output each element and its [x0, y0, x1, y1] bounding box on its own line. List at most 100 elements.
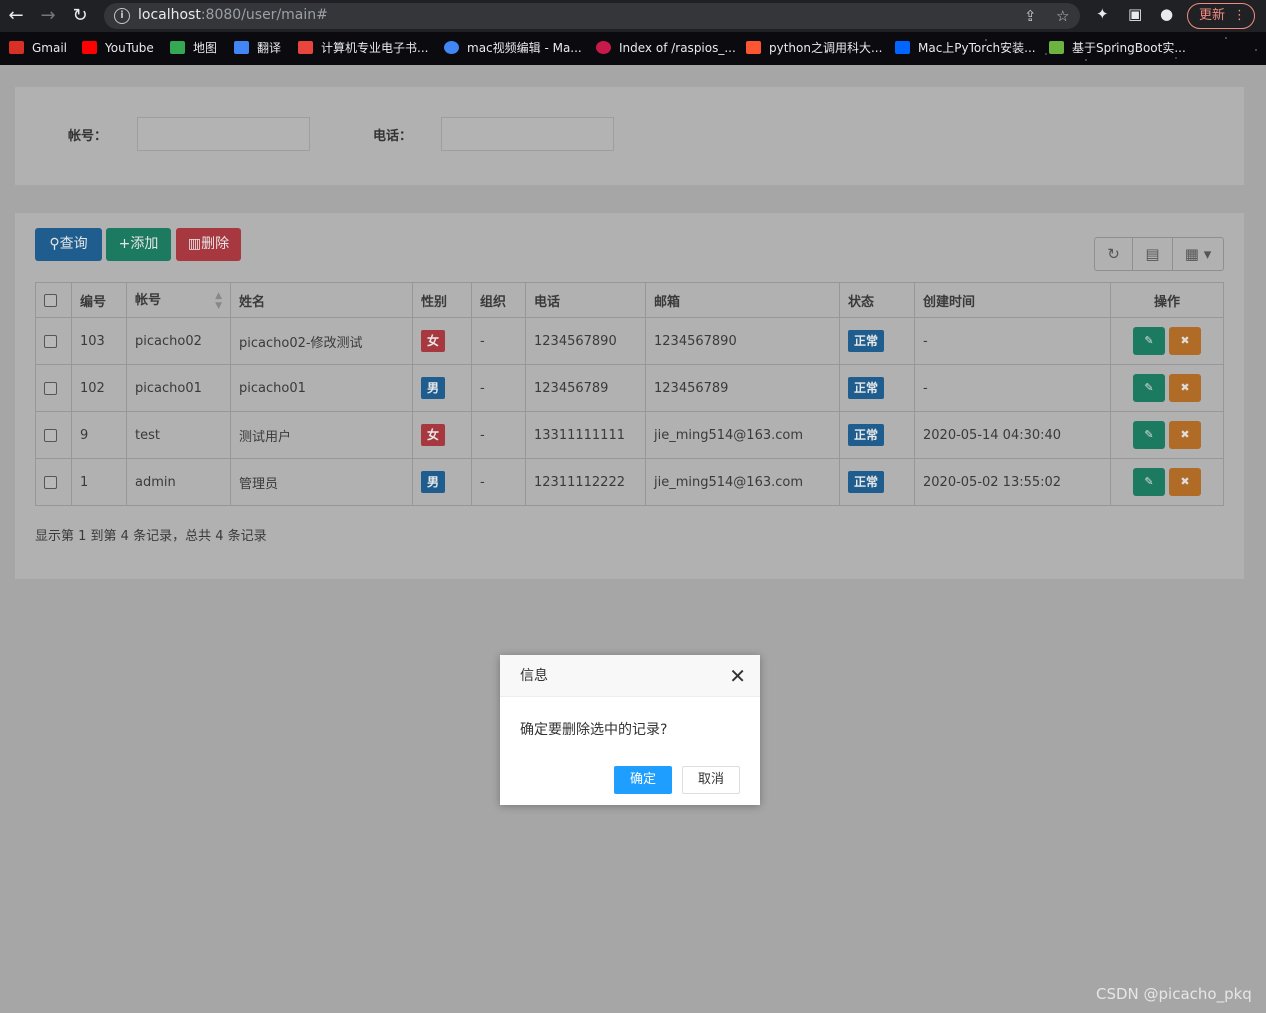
- table-tools: ↻ ▤ ▦ ▾: [1094, 237, 1224, 271]
- add-button[interactable]: +添加: [106, 228, 171, 261]
- row-checkbox[interactable]: [44, 381, 57, 395]
- gender-badge: 男: [421, 471, 446, 493]
- cell-gender: 男: [412, 458, 472, 506]
- phone-label: 电话：: [373, 129, 413, 144]
- gender-badge: 女: [421, 330, 446, 352]
- bookmark-label: YouTube: [105, 41, 154, 55]
- bookmark-label: Index of /raspios_...: [619, 41, 736, 55]
- zhihu-icon: [895, 41, 910, 54]
- bookmark-ebooks[interactable]: 计算机专业电子书...: [298, 40, 428, 58]
- bookmark-raspios[interactable]: Index of /raspios_...: [596, 40, 736, 58]
- bookmark-gmail[interactable]: Gmail: [9, 40, 67, 58]
- raspberry-icon: [596, 41, 611, 54]
- row-checkbox[interactable]: [44, 475, 57, 489]
- bookmark-pytorch[interactable]: Mac上PyTorch安装...: [895, 40, 1036, 58]
- page-content: 帐号： 电话： ⚲查询 +添加 ▥删除 ↻ ▤ ▦ ▾ 编号 帐号 ▲ ▼ 姓名 性…: [0, 65, 1266, 1013]
- cell-phone: 12311112222: [525, 458, 646, 506]
- columns-dropdown-icon[interactable]: ▦ ▾: [1173, 238, 1223, 270]
- gender-badge: 女: [421, 424, 446, 446]
- forward-icon[interactable]: →: [36, 4, 60, 28]
- edit-icon[interactable]: ✎: [1133, 327, 1165, 355]
- col-account[interactable]: 帐号 ▲ ▼: [126, 282, 231, 318]
- side-panel-icon[interactable]: ▣: [1128, 5, 1142, 23]
- refresh-icon[interactable]: ↻: [1095, 238, 1133, 270]
- delete-label: 删除: [201, 236, 230, 252]
- cell-account: test: [126, 411, 231, 459]
- trash-icon: ▥: [187, 236, 202, 252]
- bookmark-python[interactable]: python之调用科大...: [746, 40, 882, 58]
- table-row: 1 admin 管理员 男 - 12311112222 jie_ming514@…: [35, 458, 1224, 506]
- col-id[interactable]: 编号: [71, 282, 127, 318]
- cell-actions: ✎ ✖: [1110, 317, 1224, 365]
- cell-status: 正常: [839, 411, 915, 459]
- bookmark-label: 翻译: [257, 41, 282, 55]
- bookmark-translate[interactable]: 翻译: [234, 40, 281, 58]
- edit-icon[interactable]: ✎: [1133, 468, 1165, 496]
- col-name[interactable]: 姓名: [230, 282, 413, 318]
- cell-name: 管理员: [230, 458, 413, 506]
- cell-status: 正常: [839, 317, 915, 365]
- bookmark-mac-video[interactable]: mac视频编辑 - Ma...: [444, 40, 582, 58]
- url-host: localhost: [138, 7, 201, 23]
- reload-icon[interactable]: ↻: [68, 4, 92, 28]
- edit-icon[interactable]: ✎: [1133, 421, 1165, 449]
- bookmark-label: 基于SpringBoot实...: [1072, 41, 1186, 55]
- phone-input[interactable]: [441, 117, 614, 151]
- remove-icon[interactable]: ✖: [1169, 468, 1201, 496]
- query-label: 查询: [59, 236, 88, 252]
- confirm-button[interactable]: 确定: [614, 766, 673, 794]
- col-status[interactable]: 状态: [839, 282, 915, 318]
- back-icon[interactable]: ←: [4, 4, 28, 28]
- toggle-view-icon[interactable]: ▤: [1133, 238, 1173, 270]
- status-badge: 正常: [848, 471, 885, 493]
- update-button[interactable]: 更新 ⋮: [1187, 3, 1255, 29]
- col-actions: 操作: [1110, 282, 1224, 318]
- address-bar[interactable]: i localhost:8080/user/main# ⇪ ☆: [104, 3, 1080, 29]
- col-gender[interactable]: 性别: [412, 282, 472, 318]
- delete-button[interactable]: ▥删除: [176, 228, 241, 261]
- dialog-message: 确定要删除选中的记录?: [520, 722, 668, 738]
- url-path: :8080/user/main#: [200, 7, 328, 23]
- account-input[interactable]: [137, 117, 310, 151]
- table-header-row: 编号 帐号 ▲ ▼ 姓名 性别 组织 电话 邮箱 状态 创建时间 操作: [35, 282, 1224, 318]
- cell-status: 正常: [839, 364, 915, 412]
- bookmark-springboot[interactable]: 基于SpringBoot实...: [1049, 40, 1186, 58]
- table-row: 102 picacho01 picacho01 男 - 123456789 12…: [35, 364, 1224, 412]
- bookmark-label: 计算机专业电子书...: [321, 41, 429, 55]
- cell-created: -: [914, 364, 1111, 412]
- pagination-info: 显示第 1 到第 4 条记录，总共 4 条记录: [35, 529, 267, 544]
- gender-badge: 男: [421, 377, 446, 399]
- translate-icon: [234, 41, 249, 54]
- bookmarks-bar: Gmail YouTube 地图 翻译 计算机专业电子书... mac视频编辑 …: [0, 32, 1266, 65]
- csdn-icon: [746, 41, 761, 54]
- cancel-button[interactable]: 取消: [682, 766, 741, 794]
- close-icon[interactable]: ✕: [729, 655, 746, 697]
- dialog-header: 信息 ✕: [500, 655, 760, 697]
- remove-icon[interactable]: ✖: [1169, 327, 1201, 355]
- bookmark-youtube[interactable]: YouTube: [82, 40, 154, 58]
- profile-icon[interactable]: ●: [1160, 5, 1173, 23]
- bookmark-maps[interactable]: 地图: [170, 40, 217, 58]
- cell-id: 103: [71, 317, 127, 365]
- status-badge: 正常: [848, 424, 885, 446]
- cell-email: jie_ming514@163.com: [645, 411, 840, 459]
- site-info-icon[interactable]: i: [114, 8, 130, 24]
- remove-icon[interactable]: ✖: [1169, 374, 1201, 402]
- edit-icon[interactable]: ✎: [1133, 374, 1165, 402]
- query-button[interactable]: ⚲查询: [35, 228, 102, 261]
- col-email[interactable]: 邮箱: [645, 282, 840, 318]
- share-icon[interactable]: ⇪: [1024, 7, 1037, 25]
- cell-gender: 女: [412, 317, 472, 365]
- leaf-icon: [1049, 41, 1064, 54]
- bookmark-star-icon[interactable]: ☆: [1056, 7, 1069, 25]
- col-org[interactable]: 组织: [471, 282, 526, 318]
- row-checkbox[interactable]: [44, 334, 57, 348]
- select-all-checkbox[interactable]: [44, 293, 57, 307]
- extensions-icon[interactable]: ✦: [1096, 5, 1109, 23]
- remove-icon[interactable]: ✖: [1169, 421, 1201, 449]
- col-phone[interactable]: 电话: [525, 282, 646, 318]
- row-checkbox[interactable]: [44, 428, 57, 442]
- url-text[interactable]: localhost:8080/user/main#: [138, 7, 328, 23]
- col-created[interactable]: 创建时间: [914, 282, 1111, 318]
- sort-icon[interactable]: ▲ ▼: [215, 291, 222, 311]
